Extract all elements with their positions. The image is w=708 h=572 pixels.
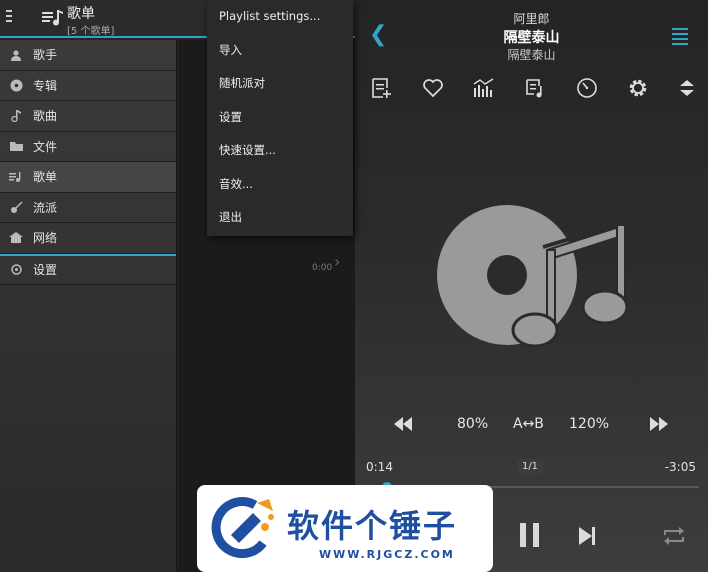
sidebar-nav: 歌手 专辑 歌曲 文件 歌单 流派 网络 设置	[0, 40, 177, 572]
menu-item-quick-settings[interactable]: 快速设置...	[207, 134, 353, 168]
queue-list-icon[interactable]	[672, 28, 688, 48]
repeat-icon[interactable]	[661, 526, 687, 546]
lyrics-icon[interactable]	[524, 76, 548, 100]
music-note-icon	[9, 109, 23, 123]
overflow-menu: Playlist settings... 导入 随机派对 设置 快速设置... …	[207, 0, 353, 236]
sidebar-item-label: 专辑	[33, 78, 58, 93]
song-title: 隔壁泰山	[503, 30, 560, 46]
watermark-banner: 软件个锤子 WWW.RJGCZ.COM	[197, 485, 493, 572]
gear-icon[interactable]	[626, 76, 650, 100]
expand-collapse-icon[interactable]	[675, 76, 699, 100]
heart-icon[interactable]	[421, 76, 445, 100]
sidebar-item-artists[interactable]: 歌手	[0, 40, 176, 71]
disc-icon	[9, 78, 23, 92]
menu-item-shuffle-party[interactable]: 随机派对	[207, 67, 353, 101]
guitar-icon	[9, 200, 23, 214]
remaining-time: -3:05	[664, 460, 696, 474]
sidebar-item-network[interactable]: 网络	[0, 223, 176, 254]
player-toolbar	[355, 76, 708, 100]
watermark-site-name: 软件个锤子	[287, 507, 458, 545]
sidebar-item-label: 流派	[33, 200, 58, 215]
sidebar-item-label: 网络	[33, 231, 58, 246]
list-item-duration: 0:00	[312, 263, 333, 273]
sidebar-item-songs[interactable]: 歌曲	[0, 101, 176, 132]
speed-controls: 80% A↔B 120%	[355, 414, 708, 436]
track-counter: 1/1	[517, 459, 543, 474]
menu-item-exit[interactable]: 退出	[207, 201, 353, 235]
sidebar-item-files[interactable]: 文件	[0, 132, 176, 162]
menu-item-import[interactable]: 导入	[207, 34, 353, 68]
artist-name: 阿里郎	[513, 12, 550, 26]
sidebar-item-label: 歌曲	[33, 109, 58, 124]
sidebar-item-playlists[interactable]: 歌单	[0, 162, 176, 193]
album-art-placeholder	[437, 205, 629, 348]
rewind-icon[interactable]	[392, 417, 414, 431]
menu-item-playlist-settings[interactable]: Playlist settings...	[207, 0, 353, 34]
sidebar-item-genres[interactable]: 流派	[0, 193, 176, 223]
menu-item-audio-effects[interactable]: 音效...	[207, 168, 353, 202]
sidebar-item-label: 文件	[33, 139, 58, 154]
skip-next-icon[interactable]	[577, 526, 597, 546]
sidebar-item-label: 歌手	[33, 48, 58, 63]
hamburger-menu-icon[interactable]	[6, 10, 22, 26]
equalizer-icon[interactable]	[472, 76, 496, 100]
page-title: 歌单	[67, 6, 95, 22]
playlist-count: [5 个歌单]	[67, 26, 115, 37]
sidebar-item-label: 歌单	[33, 170, 58, 185]
menu-item-settings[interactable]: 设置	[207, 101, 353, 135]
chevron-right-icon[interactable]: ›	[334, 252, 340, 271]
speed-up-button[interactable]: 120%	[569, 416, 609, 432]
playlist-icon	[9, 170, 23, 184]
person-icon	[9, 48, 23, 62]
folder-icon	[9, 139, 23, 153]
sidebar-item-settings[interactable]: 设置	[0, 256, 176, 285]
fast-forward-icon[interactable]	[648, 417, 670, 431]
pause-button[interactable]	[520, 523, 542, 549]
watermark-url: WWW.RJGCZ.COM	[319, 548, 455, 561]
sidebar-item-albums[interactable]: 专辑	[0, 71, 176, 101]
ab-repeat-button[interactable]: A↔B	[513, 416, 544, 432]
elapsed-time: 0:14	[366, 460, 393, 474]
sidebar-item-label: 设置	[33, 263, 58, 277]
site-logo-icon	[211, 497, 274, 559]
add-to-playlist-icon[interactable]	[370, 76, 394, 100]
network-icon	[9, 231, 23, 245]
sleep-timer-icon[interactable]	[575, 76, 599, 100]
album-name: 隔壁泰山	[507, 48, 556, 62]
gear-icon	[9, 263, 23, 277]
speed-down-button[interactable]: 80%	[457, 416, 488, 432]
playlist-icon	[42, 10, 63, 26]
